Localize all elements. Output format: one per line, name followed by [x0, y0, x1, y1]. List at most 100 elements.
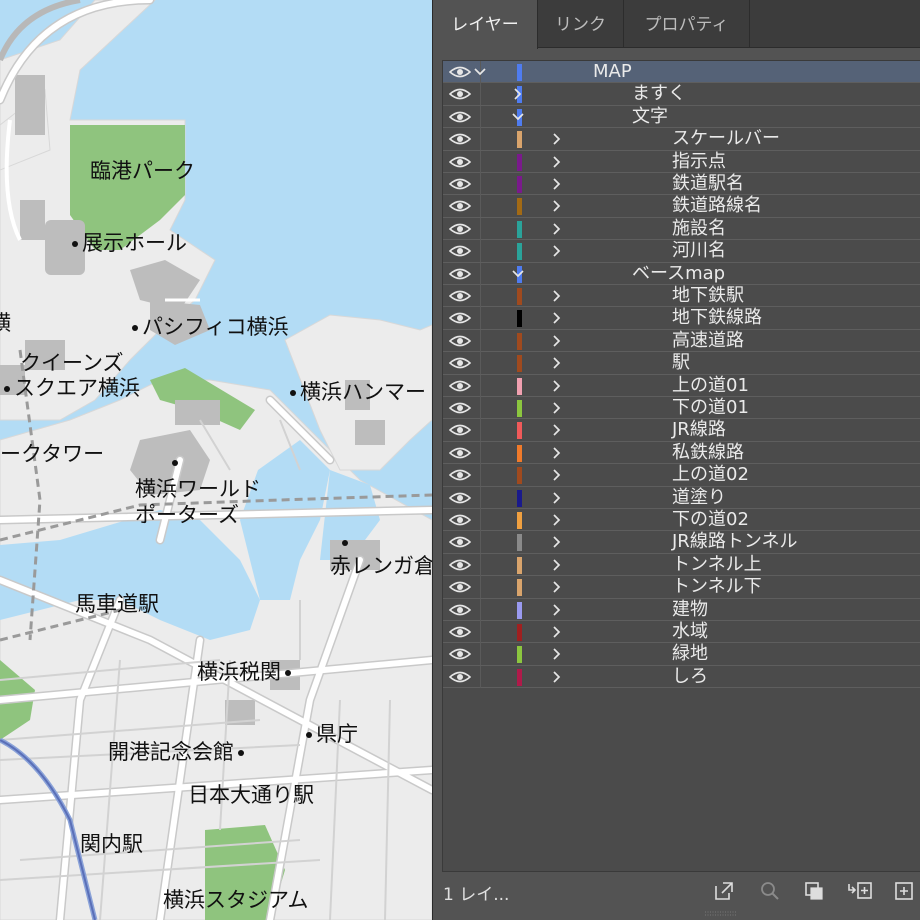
chevron-right-icon[interactable]	[551, 223, 563, 235]
layer-row[interactable]: 鉄道路線名	[443, 195, 920, 218]
eye-icon[interactable]	[449, 155, 471, 169]
layers-list[interactable]: MAP ますく 文字 スケールバー 指示点 鉄道駅名 鉄道路線名 施設名 河川名 ベースmap 地下…	[442, 60, 920, 872]
layer-row[interactable]: 鉄道駅名	[443, 173, 920, 196]
layer-row[interactable]: MAP	[443, 61, 920, 84]
map-canvas[interactable]: 臨港パーク 展示ホール パシフィコ横浜 クイーンズ スクエア横浜 横浜ハンマー …	[0, 0, 432, 920]
chevron-right-icon[interactable]	[551, 581, 563, 593]
eye-icon[interactable]	[449, 356, 471, 370]
eye-icon[interactable]	[449, 513, 471, 527]
tab-links[interactable]: リンク	[538, 0, 624, 48]
eye-icon[interactable]	[449, 334, 471, 348]
chevron-right-icon[interactable]	[551, 178, 563, 190]
layer-row[interactable]: 緑地	[443, 643, 920, 666]
layer-row[interactable]: ベースmap	[443, 262, 920, 285]
chevron-right-icon[interactable]	[551, 559, 563, 571]
eye-icon[interactable]	[449, 625, 471, 639]
layer-row[interactable]: 高速道路	[443, 329, 920, 353]
layer-row[interactable]: 文字	[443, 105, 920, 129]
chevron-right-icon[interactable]	[551, 648, 563, 660]
layer-row[interactable]: 私鉄線路	[443, 441, 920, 465]
eye-icon[interactable]	[449, 423, 471, 437]
chevron-down-icon[interactable]	[512, 111, 524, 123]
layer-row[interactable]: 指示点	[443, 150, 920, 173]
resize-grip-icon[interactable]	[703, 910, 739, 918]
eye-icon[interactable]	[449, 177, 471, 191]
layer-row[interactable]: 下の道02	[443, 509, 920, 532]
chevron-right-icon[interactable]	[551, 671, 563, 683]
eye-icon[interactable]	[449, 446, 471, 460]
layer-row[interactable]: JR線路トンネル	[443, 531, 920, 554]
chevron-right-icon[interactable]	[551, 491, 563, 504]
export-icon[interactable]	[713, 880, 735, 902]
chevron-down-icon[interactable]	[474, 66, 486, 78]
column-divider	[480, 509, 481, 531]
layer-row[interactable]: 下の道01	[443, 397, 920, 420]
eye-icon[interactable]	[449, 535, 471, 549]
eye-icon[interactable]	[449, 647, 471, 661]
chevron-right-icon[interactable]	[551, 133, 563, 145]
layer-name: 私鉄線路	[672, 441, 744, 463]
layer-row[interactable]: 道塗り	[443, 486, 920, 509]
eye-icon[interactable]	[449, 289, 471, 303]
chevron-right-icon[interactable]	[551, 312, 563, 324]
chevron-right-icon[interactable]	[551, 402, 563, 414]
chevron-right-icon[interactable]	[551, 379, 563, 392]
layer-row[interactable]: 施設名	[443, 217, 920, 241]
chevron-right-icon[interactable]	[551, 447, 563, 459]
chevron-right-icon[interactable]	[551, 357, 563, 369]
eye-icon[interactable]	[449, 670, 471, 684]
chevron-right-icon[interactable]	[551, 155, 563, 168]
eye-icon[interactable]	[449, 65, 471, 79]
eye-icon[interactable]	[449, 580, 471, 594]
layer-row[interactable]: スケールバー	[443, 128, 920, 151]
eye-icon[interactable]	[449, 379, 471, 393]
chevron-right-icon[interactable]	[551, 603, 563, 616]
chevron-right-icon[interactable]	[551, 536, 563, 548]
eye-icon[interactable]	[449, 311, 471, 325]
layer-name: 下の道02	[672, 509, 749, 530]
layer-row[interactable]: 上の道02	[443, 464, 920, 487]
eye-icon[interactable]	[449, 132, 471, 146]
layer-row[interactable]: 水域	[443, 621, 920, 644]
label-text: 横浜ハンマー	[300, 380, 426, 404]
search-icon[interactable]	[759, 880, 781, 902]
chevron-right-icon[interactable]	[551, 290, 563, 302]
eye-icon[interactable]	[449, 87, 471, 101]
chevron-down-icon[interactable]	[512, 268, 524, 280]
eye-icon[interactable]	[449, 468, 471, 482]
chevron-right-icon[interactable]	[551, 469, 563, 481]
eye-icon[interactable]	[449, 491, 471, 505]
eye-icon[interactable]	[449, 401, 471, 415]
layer-row[interactable]: トンネル下	[443, 576, 920, 599]
new-layer-icon[interactable]	[893, 880, 915, 902]
layer-row[interactable]: 上の道01	[443, 374, 920, 397]
new-sublayer-icon[interactable]	[847, 880, 873, 902]
clipping-mask-icon[interactable]	[803, 880, 825, 902]
layer-color-swatch	[517, 64, 522, 81]
layer-row[interactable]: 地下鉄線路	[443, 307, 920, 330]
layer-row[interactable]: 河川名	[443, 240, 920, 263]
eye-icon[interactable]	[449, 558, 471, 572]
layer-row[interactable]: しろ	[443, 665, 920, 689]
chevron-right-icon[interactable]	[551, 424, 563, 436]
eye-icon[interactable]	[449, 110, 471, 124]
layer-row[interactable]: 建物	[443, 598, 920, 621]
eye-icon[interactable]	[449, 244, 471, 258]
tab-properties[interactable]: プロパティ	[624, 0, 750, 48]
layer-row[interactable]: 地下鉄駅	[443, 285, 920, 308]
layer-row[interactable]: トンネル上	[443, 553, 920, 577]
chevron-right-icon[interactable]	[512, 88, 524, 100]
chevron-right-icon[interactable]	[551, 514, 563, 526]
chevron-right-icon[interactable]	[551, 245, 563, 257]
tab-layers[interactable]: レイヤー	[433, 0, 538, 49]
eye-icon[interactable]	[449, 603, 471, 617]
eye-icon[interactable]	[449, 199, 471, 213]
eye-icon[interactable]	[449, 267, 471, 281]
eye-icon[interactable]	[449, 222, 471, 236]
layer-row[interactable]: 駅	[443, 352, 920, 375]
layer-row[interactable]: JR線路	[443, 419, 920, 442]
layer-row[interactable]: ますく	[443, 83, 920, 106]
chevron-right-icon[interactable]	[551, 200, 563, 212]
chevron-right-icon[interactable]	[551, 335, 563, 347]
chevron-right-icon[interactable]	[551, 626, 563, 638]
